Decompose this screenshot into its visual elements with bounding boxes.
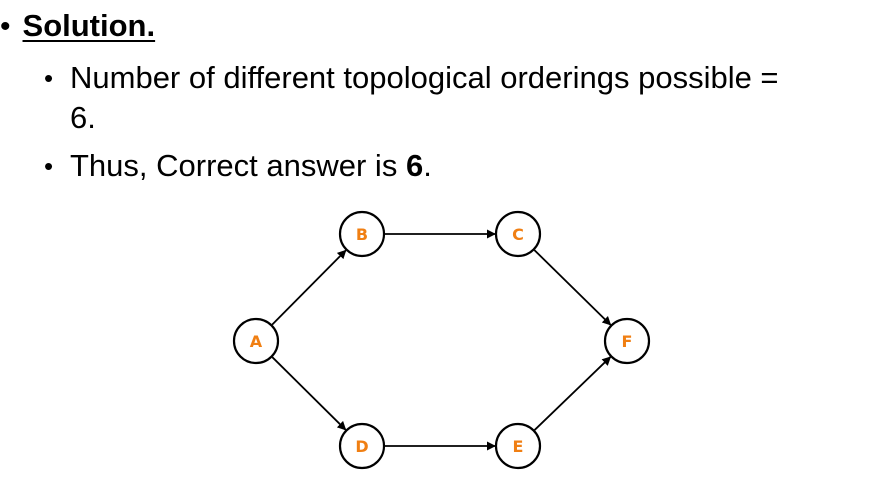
node-label: F	[622, 332, 633, 351]
edge-c-f	[533, 249, 612, 326]
node-label: B	[356, 225, 368, 244]
node-label: A	[250, 332, 263, 351]
node-d: D	[338, 422, 386, 470]
nodes-layer: A B C D E F	[232, 210, 651, 470]
node-b: B	[338, 210, 386, 258]
edge-a-d	[271, 356, 347, 431]
dag-graph: A B C D E F	[232, 210, 651, 470]
node-f: F	[603, 317, 651, 365]
node-label: D	[355, 437, 368, 456]
node-c: C	[494, 210, 542, 258]
edges-layer	[271, 229, 612, 451]
edge-e-f	[533, 356, 612, 431]
node-a: A	[232, 317, 280, 365]
node-e: E	[494, 422, 542, 470]
node-label: E	[513, 437, 524, 456]
node-label: C	[512, 225, 524, 244]
edge-a-b	[271, 249, 347, 326]
